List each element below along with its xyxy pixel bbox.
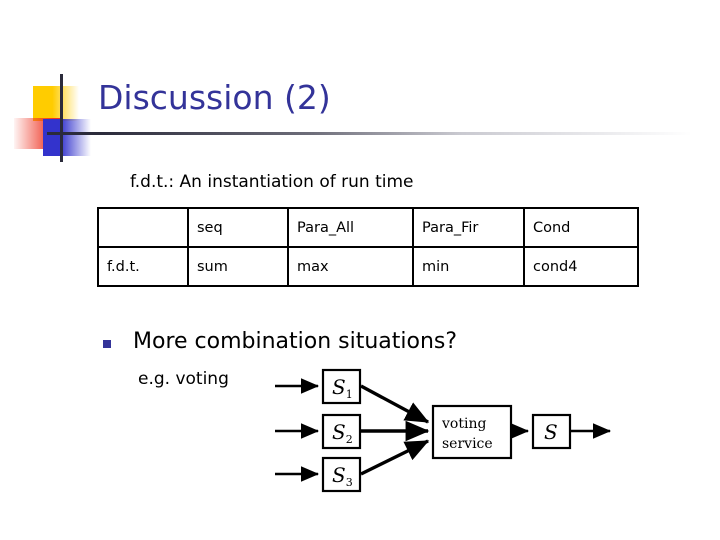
- square-bullet-icon: [103, 340, 111, 348]
- table-cell-0-4: cond4: [523, 246, 639, 287]
- arrow-s1-to-service: [360, 384, 430, 424]
- bullet-list-item: More combination situations?: [100, 326, 600, 358]
- example-label: e.g. voting: [138, 369, 229, 389]
- logo-yellow-square: [33, 86, 79, 121]
- title-horizontal-rule: [47, 132, 712, 135]
- table-cell-0-2: max: [287, 246, 414, 287]
- logo-blue-square: [43, 119, 91, 156]
- subtitle-text: f.d.t.: An instantiation of run time: [130, 172, 414, 192]
- table-cell-0-0: f.d.t.: [97, 246, 189, 287]
- table-cell-0-1: sum: [187, 246, 289, 287]
- voting-flow-diagram: S1 S2 S3 voting service S: [262, 360, 622, 500]
- table-header-cell-4: Cond: [523, 207, 639, 248]
- node-voting-service-label-line2: service: [442, 436, 493, 452]
- table-header-cell-2: Para_All: [287, 207, 414, 248]
- slide-canvas: Discussion (2) f.d.t.: An instantiation …: [0, 0, 720, 540]
- table-cell-0-3: min: [412, 246, 525, 287]
- logo-vertical-rule: [60, 74, 63, 162]
- bullet-item-label: More combination situations?: [133, 329, 458, 354]
- table-header-row: seq Para_All Para_Fir Cond: [97, 207, 639, 248]
- node-s-output-label: S: [544, 420, 558, 444]
- node-voting-service-label-line1: voting: [441, 416, 486, 432]
- arrow-s3-to-service: [360, 439, 430, 476]
- table-header-cell-3: Para_Fir: [412, 207, 525, 248]
- page-title: Discussion (2): [98, 78, 331, 117]
- table-row: f.d.t. sum max min cond4: [97, 246, 639, 287]
- table-header-cell-0: [97, 207, 189, 248]
- table-header-cell-1: seq: [187, 207, 289, 248]
- fdt-table: seq Para_All Para_Fir Cond f.d.t. sum ma…: [97, 207, 639, 287]
